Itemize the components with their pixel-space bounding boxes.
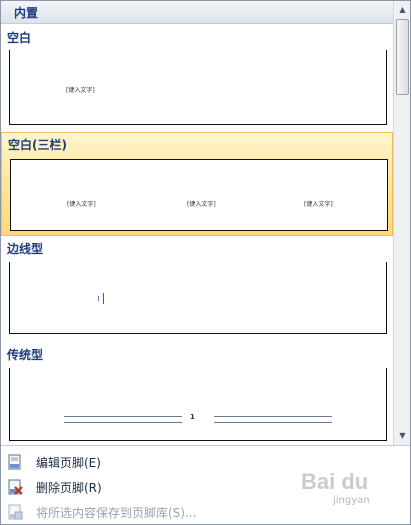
- sideline-mark: [103, 293, 104, 304]
- placeholder-text-center: [键入文字]: [187, 201, 216, 208]
- scroll-down-button[interactable]: ▼: [396, 429, 409, 442]
- placeholder-text-right: [键入文字]: [304, 201, 333, 208]
- edit-footer-icon: [8, 454, 21, 470]
- gallery-item-title: 边线型: [7, 242, 44, 256]
- gallery-scrollbar[interactable]: ▲ ▼: [393, 1, 410, 445]
- footer-thumbnail: [键入文字] [键入文字] [键入文字]: [10, 159, 388, 231]
- scroll-thumb[interactable]: [396, 19, 409, 95]
- gallery-item-sideline[interactable]: 边线型: [1, 236, 393, 342]
- footer-thumbnail: [键入文字]: [9, 50, 387, 125]
- baidu-watermark-subtext: jingyan: [333, 495, 370, 506]
- gallery-item-title: 空白(三栏): [8, 138, 67, 152]
- footer-thumbnail: 1: [9, 368, 387, 441]
- placeholder-text: [键入文字]: [66, 87, 95, 94]
- footer-thumbnail: [9, 262, 387, 334]
- baidu-watermark-logo: Bai du: [301, 469, 369, 494]
- gallery-header: 内置: [1, 1, 393, 24]
- page-number: 1: [190, 413, 195, 421]
- save-to-gallery-icon: [8, 504, 23, 520]
- save-selection-label: 将所选内容保存到页脚库(S)...: [36, 506, 197, 520]
- footer-gallery-panel: 内置 空白 [键入文字] 空白(三栏) [键入文字] [键入文字] [键入文字]…: [0, 0, 411, 525]
- edit-footer-label: 编辑页脚(E): [36, 456, 101, 470]
- gallery-item-title: 空白: [7, 31, 32, 45]
- gallery-header-title: 内置: [14, 6, 39, 20]
- rule-right-bottom: [214, 422, 332, 423]
- rule-right-top: [214, 416, 332, 417]
- footer-gallery: 空白 [键入文字] 空白(三栏) [键入文字] [键入文字] [键入文字] 边线…: [1, 24, 393, 445]
- delete-footer-icon: [8, 479, 23, 495]
- rule-left-bottom: [64, 422, 182, 423]
- delete-footer-label: 删除页脚(R): [36, 481, 102, 495]
- rule-left-top: [64, 416, 182, 417]
- scroll-up-button[interactable]: ▲: [396, 3, 409, 16]
- gallery-item-title: 传统型: [7, 348, 44, 362]
- sideline-mark-small: [98, 296, 99, 301]
- placeholder-text-left: [键入文字]: [67, 201, 96, 208]
- gallery-item-traditional[interactable]: 传统型 1: [1, 342, 393, 445]
- gallery-item-blank[interactable]: 空白 [键入文字]: [1, 24, 393, 132]
- gallery-item-blank-three-column[interactable]: 空白(三栏) [键入文字] [键入文字] [键入文字]: [1, 132, 393, 236]
